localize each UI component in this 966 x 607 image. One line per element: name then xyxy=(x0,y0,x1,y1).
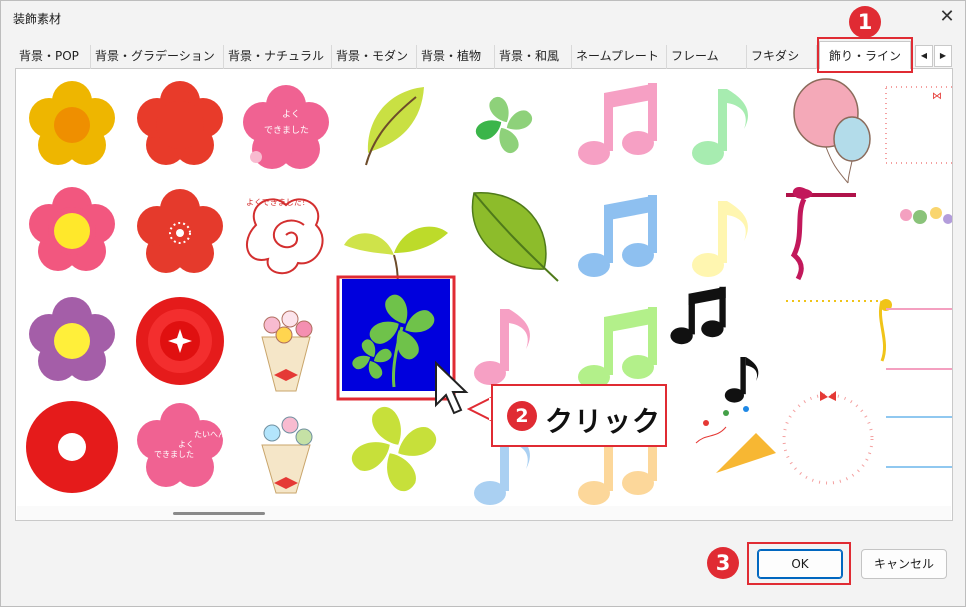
ok-button[interactable]: OK xyxy=(757,549,843,579)
flower-line-deco[interactable] xyxy=(900,207,952,224)
party-popper[interactable] xyxy=(695,406,776,473)
music-note-blue[interactable] xyxy=(578,195,657,277)
sakura1-text-1: よく xyxy=(282,109,300,120)
tab-scroll-right-icon[interactable]: ▶ xyxy=(934,45,952,67)
blue-lines[interactable] xyxy=(886,416,952,468)
music-note-pink-single[interactable] xyxy=(474,309,530,385)
dialog-title: 装飾素材 xyxy=(13,12,62,26)
dotted-circle-ribbon[interactable] xyxy=(782,391,874,485)
dotted-frame-ribbon[interactable]: ⋈ xyxy=(885,86,952,164)
spiral-caption: よくできました！ xyxy=(246,198,310,207)
camellia-red-white[interactable] xyxy=(26,401,118,493)
camellia-red[interactable] xyxy=(136,297,224,385)
sakura-pink-stamp[interactable]: よく できました xyxy=(243,85,329,169)
music-note-yellow-single[interactable] xyxy=(692,201,748,277)
music-note-mint-single[interactable] xyxy=(692,89,748,165)
svg-text:⋈: ⋈ xyxy=(932,91,942,102)
music-note-pink[interactable] xyxy=(578,83,657,165)
titlebar: 装飾素材 ✕ xyxy=(1,1,965,35)
music-note-green[interactable] xyxy=(578,307,657,389)
balloons[interactable] xyxy=(793,78,871,184)
step-2-badge: 2 xyxy=(507,401,537,431)
tab-bg-natural[interactable]: 背景・ナチュラル xyxy=(224,45,332,69)
flower-red-scalloped[interactable] xyxy=(137,81,223,165)
mouse-cursor-icon xyxy=(435,360,469,415)
leaf-green-large[interactable] xyxy=(471,192,559,282)
clover-yellow-green[interactable] xyxy=(347,402,441,496)
click-instruction-text: クリック xyxy=(545,405,662,438)
category-tabs: 背景・POP 背景・グラデーション 背景・ナチュラル 背景・モダン 背景・植物 … xyxy=(15,41,953,71)
pink-lines[interactable] xyxy=(886,308,952,370)
four-leaf-clover-blue[interactable] xyxy=(342,279,450,391)
spiral-stamp[interactable]: よくできました！ xyxy=(246,198,324,274)
sakura2-text-2: よく xyxy=(178,440,194,449)
flower-purple-yellow[interactable] xyxy=(29,297,115,381)
flower-bouquet-pink[interactable] xyxy=(261,310,313,392)
flower-pink-yellow[interactable] xyxy=(29,187,115,271)
decoration-material-dialog: 装飾素材 ✕ 背景・POP 背景・グラデーション 背景・ナチュラル 背景・モダン… xyxy=(0,0,966,607)
tab-scroll-left-icon[interactable]: ◀ xyxy=(915,45,933,67)
tab-nameplate[interactable]: ネームプレート xyxy=(572,45,667,69)
tab-bg-pop[interactable]: 背景・POP xyxy=(15,45,91,69)
step-1-badge: 1 xyxy=(849,6,881,38)
gold-ribbon-frame[interactable] xyxy=(786,299,892,362)
music-notes-black[interactable] xyxy=(670,286,759,403)
cancel-button[interactable]: キャンセル xyxy=(861,549,947,579)
sakura2-text-3: できました xyxy=(154,450,194,459)
scrollbar-thumb[interactable] xyxy=(173,512,265,515)
tab-bg-plants[interactable]: 背景・植物 xyxy=(417,45,495,69)
tab-bg-modern[interactable]: 背景・モダン xyxy=(332,45,417,69)
tab-highlight-box xyxy=(817,37,913,73)
gallery-horizontal-scrollbar[interactable] xyxy=(17,506,951,520)
click-callout: 2 クリック xyxy=(491,384,667,447)
ribbon-corner[interactable] xyxy=(786,186,856,281)
sakura2-text-1: たいへん xyxy=(194,430,226,439)
tab-frame[interactable]: フレーム xyxy=(667,45,747,69)
ume-red-flower[interactable] xyxy=(137,189,223,273)
leaf-yellow-green[interactable] xyxy=(365,87,424,166)
flower-yellow[interactable] xyxy=(29,81,115,165)
sakura-pink-stamp-2[interactable]: たいへん よく できました xyxy=(137,403,226,487)
tab-speech-bubble[interactable]: フキダシ xyxy=(747,45,817,69)
material-gallery: よく できました ⋈ よくできました！ たいへん よく できました xyxy=(15,69,953,521)
step-3-badge: 3 xyxy=(707,547,739,579)
close-icon[interactable]: ✕ xyxy=(933,4,961,30)
clover-green[interactable] xyxy=(472,93,536,157)
sakura1-text-2: できました xyxy=(264,125,309,136)
tab-bg-japanese[interactable]: 背景・和風 xyxy=(495,45,572,69)
flower-bouquet-blue[interactable] xyxy=(261,416,313,494)
tab-bg-gradation[interactable]: 背景・グラデーション xyxy=(91,45,224,69)
